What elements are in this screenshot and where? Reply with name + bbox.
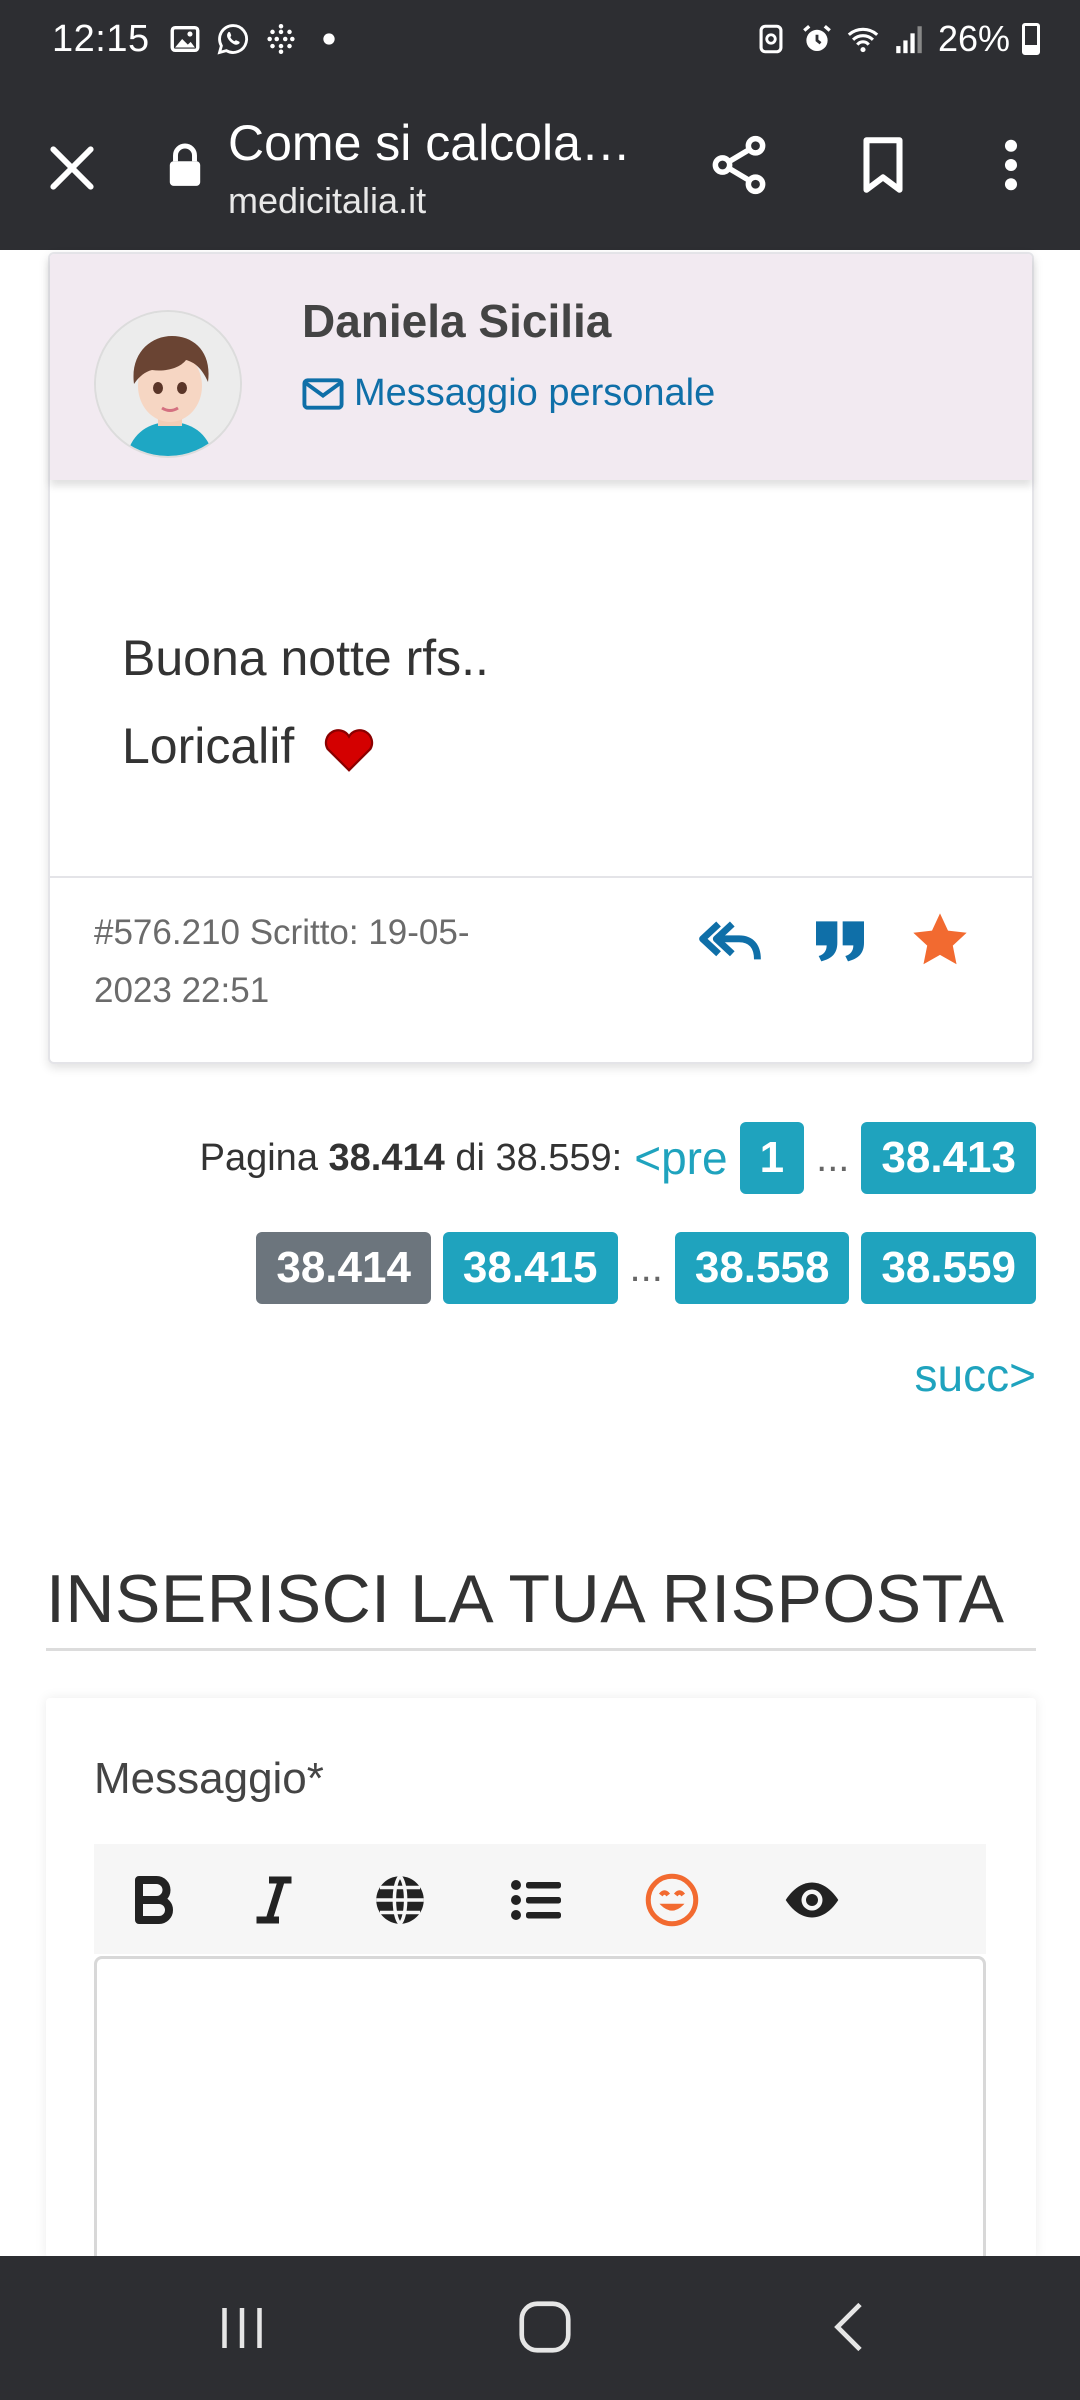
- status-notification-icons: [168, 22, 346, 56]
- divider: [46, 1648, 1036, 1651]
- reply-section-title: INSERISCI LA TUA RISPOSTA: [46, 1561, 1005, 1637]
- system-nav-bar: [0, 2256, 1080, 2400]
- star-icon[interactable]: [908, 908, 972, 972]
- message-label: Messaggio*: [94, 1754, 324, 1803]
- battery-icon: [1022, 23, 1040, 55]
- page-link-prev[interactable]: 38.413: [861, 1122, 1036, 1194]
- wifi-icon: [847, 27, 879, 53]
- bookmark-icon[interactable]: [850, 132, 916, 198]
- emoji-icon[interactable]: [642, 1870, 702, 1930]
- more-vert-icon[interactable]: [978, 132, 1044, 198]
- post-meta: #576.210 Scritto: 19-05-2023 22:51: [94, 913, 470, 1010]
- post-signature: Loricalif: [122, 718, 295, 774]
- next-page-link[interactable]: succ>: [915, 1348, 1036, 1402]
- bold-icon[interactable]: [124, 1870, 184, 1930]
- reply-form: Messaggio*: [46, 1698, 1036, 2266]
- close-icon[interactable]: [40, 136, 104, 200]
- status-bar: 12:15 26%: [0, 0, 1080, 80]
- heart-icon: [325, 729, 374, 772]
- signal-icon: [896, 26, 922, 54]
- reply-all-icon[interactable]: [698, 908, 762, 972]
- private-message-label: Messaggio personale: [354, 372, 716, 414]
- post-body-line-2: Loricalif: [122, 702, 489, 790]
- author-name[interactable]: Daniela Sicilia: [302, 294, 611, 348]
- dots-grid-icon: [267, 23, 295, 55]
- dot-icon: [323, 33, 335, 45]
- post-header: Daniela Sicilia Messaggio personale: [50, 254, 1032, 480]
- status-system-icons: 26%: [754, 18, 1040, 60]
- battery-percent: 26%: [937, 18, 1010, 59]
- pagination-ellipsis: ...: [816, 1135, 850, 1180]
- pagination-row-2: 38.414 38.415 ... 38.558 38.559: [256, 1232, 1036, 1304]
- lock-icon: [169, 143, 201, 186]
- gallery-icon: [170, 25, 200, 53]
- post-body-line: Buona notte rfs..: [122, 630, 489, 686]
- globe-link-icon[interactable]: [370, 1870, 430, 1930]
- avatar[interactable]: [94, 310, 242, 458]
- pagination-label: Pagina 38.414 di 38.559:: [199, 1136, 623, 1179]
- status-time: 12:15: [52, 18, 150, 60]
- post-body: Buona notte rfs.. Loricalif: [122, 614, 489, 790]
- page-url[interactable]: medicitalia.it: [228, 180, 426, 222]
- page-link-current: 38.414: [256, 1232, 431, 1304]
- pagination-ellipsis-2: ...: [629, 1245, 663, 1290]
- recent-apps-icon[interactable]: [212, 2298, 272, 2358]
- page-title[interactable]: Come si calcola…: [228, 114, 658, 172]
- envelope-icon: [302, 377, 344, 410]
- italic-icon[interactable]: [244, 1870, 304, 1930]
- pagination-row-1: Pagina 38.414 di 38.559: <pre 1 ... 38.4…: [200, 1122, 1036, 1194]
- prev-page-link[interactable]: <pre: [634, 1131, 727, 1185]
- browser-toolbar: Come si calcola… medicitalia.it: [0, 80, 1080, 250]
- share-icon[interactable]: [706, 132, 772, 198]
- preview-eye-icon[interactable]: [782, 1870, 842, 1930]
- page-link-last[interactable]: 38.559: [861, 1232, 1036, 1304]
- private-message-link[interactable]: Messaggio personale: [302, 372, 715, 415]
- home-icon[interactable]: [514, 2296, 576, 2358]
- page-link-next[interactable]: 38.415: [442, 1232, 618, 1304]
- alarm-icon: [803, 24, 831, 52]
- editor-toolbar: [94, 1844, 986, 1954]
- post-card: Daniela Sicilia Messaggio personale Buon…: [48, 252, 1034, 1064]
- back-icon[interactable]: [820, 2296, 880, 2358]
- whatsapp-icon: [217, 24, 248, 55]
- post-footer: #576.210 Scritto: 19-05-2023 22:51: [50, 876, 1032, 1062]
- list-icon[interactable]: [506, 1870, 566, 1930]
- message-textarea[interactable]: [94, 1956, 986, 2266]
- quote-icon[interactable]: [808, 908, 872, 972]
- page-link-second-last[interactable]: 38.558: [674, 1232, 850, 1304]
- page-link-first[interactable]: 1: [739, 1122, 805, 1194]
- battery-saver-icon: [759, 24, 783, 54]
